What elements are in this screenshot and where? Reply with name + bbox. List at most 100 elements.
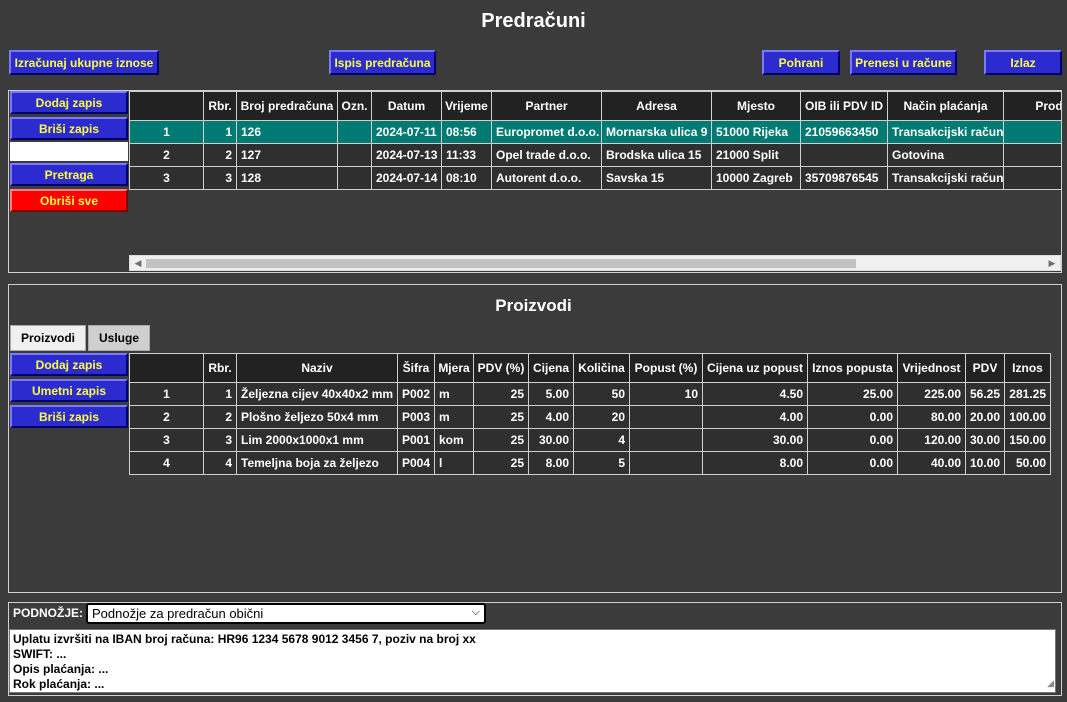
invoice-cell[interactable]: 127 bbox=[236, 143, 338, 167]
transfer-to-invoices-button[interactable]: Prenesi u račune bbox=[850, 50, 957, 75]
invoice-cell[interactable]: 08:10 bbox=[441, 166, 492, 190]
product-column-header[interactable]: Rbr. bbox=[203, 353, 237, 383]
invoice-column-header[interactable]: Ozn. bbox=[337, 91, 372, 121]
invoice-cell[interactable]: 3 bbox=[203, 166, 237, 190]
invoice-cell[interactable]: 10000 Zagreb bbox=[711, 166, 801, 190]
invoice-column-header[interactable]: Vrijeme bbox=[441, 91, 492, 121]
product-cell[interactable]: 225.00 bbox=[897, 382, 966, 406]
delete-invoice-button[interactable]: Briši zapis bbox=[10, 117, 128, 140]
product-cell[interactable]: Temeljna boja za željezo bbox=[236, 451, 398, 475]
product-cell[interactable]: 4.00 bbox=[528, 405, 574, 429]
invoice-cell[interactable] bbox=[337, 143, 372, 167]
product-cell[interactable]: 150.00 bbox=[1004, 428, 1051, 452]
invoice-cell[interactable]: Transakcijski račun bbox=[887, 120, 1004, 144]
product-column-header[interactable]: PDV bbox=[965, 353, 1005, 383]
product-cell[interactable]: 25.00 bbox=[807, 382, 898, 406]
product-cell[interactable]: 40.00 bbox=[897, 451, 966, 475]
add-product-button[interactable]: Dodaj zapis bbox=[10, 353, 128, 376]
invoice-cell[interactable]: Brodska ulica 15 bbox=[601, 143, 712, 167]
product-cell[interactable]: Lim 2000x1000x1 mm bbox=[236, 428, 398, 452]
invoice-cell[interactable]: 21059663450 bbox=[800, 120, 888, 144]
product-cell[interactable] bbox=[629, 405, 703, 429]
invoice-column-header[interactable]: Partner bbox=[491, 91, 602, 121]
product-cell[interactable]: l bbox=[434, 451, 474, 475]
scroll-thumb[interactable] bbox=[146, 259, 856, 268]
invoice-row-header[interactable]: 1 bbox=[129, 120, 204, 144]
invoice-cell[interactable] bbox=[800, 143, 888, 167]
product-cell[interactable]: 20.00 bbox=[965, 405, 1005, 429]
invoice-cell[interactable]: Savska 15 bbox=[601, 166, 712, 190]
product-column-header[interactable]: PDV (%) bbox=[473, 353, 529, 383]
scroll-left-icon[interactable]: ◀ bbox=[131, 256, 145, 270]
product-column-header[interactable]: Iznos popusta bbox=[807, 353, 898, 383]
print-invoice-button[interactable]: Ispis predračuna bbox=[329, 50, 436, 75]
product-cell[interactable]: 4 bbox=[573, 428, 630, 452]
product-cell[interactable]: kom bbox=[434, 428, 474, 452]
product-cell[interactable]: 10.00 bbox=[965, 451, 1005, 475]
product-row-header[interactable]: 2 bbox=[129, 405, 204, 429]
invoice-cell[interactable]: 35709876545 bbox=[800, 166, 888, 190]
product-table-row[interactable]: 4 4 Temeljna boja za željezo P004 l 25 8.00 5 8.… bbox=[129, 451, 1051, 475]
invoice-column-header[interactable] bbox=[129, 91, 204, 121]
product-table-row[interactable]: 1 1 Željezna cijev 40x40x2 mm P002 m 25 5.00 50… bbox=[129, 382, 1051, 406]
clear-all-button[interactable]: Obriši sve bbox=[10, 189, 128, 212]
invoice-row-header[interactable]: 3 bbox=[129, 166, 204, 190]
product-cell[interactable]: 5 bbox=[573, 451, 630, 475]
product-cell[interactable]: 80.00 bbox=[897, 405, 966, 429]
product-cell[interactable]: 50.00 bbox=[1004, 451, 1051, 475]
product-cell[interactable]: 100.00 bbox=[1004, 405, 1051, 429]
product-cell[interactable]: 10 bbox=[629, 382, 703, 406]
product-cell[interactable]: 56.25 bbox=[965, 382, 1005, 406]
product-column-header[interactable]: Šifra bbox=[397, 353, 435, 383]
product-cell[interactable]: P002 bbox=[397, 382, 435, 406]
search-input[interactable] bbox=[10, 142, 128, 161]
invoice-cell[interactable] bbox=[1003, 120, 1061, 144]
product-column-header[interactable]: Naziv bbox=[236, 353, 398, 383]
product-cell[interactable] bbox=[629, 451, 703, 475]
product-column-header[interactable]: Mjera bbox=[434, 353, 474, 383]
invoice-cell[interactable]: Opel trade d.o.o. bbox=[491, 143, 602, 167]
invoice-cell[interactable]: 08:56 bbox=[441, 120, 492, 144]
delete-product-button[interactable]: Briši zapis bbox=[10, 405, 128, 428]
product-cell[interactable]: 4 bbox=[203, 451, 237, 475]
invoice-column-header[interactable]: OIB ili PDV ID bbox=[800, 91, 888, 121]
invoice-column-header[interactable]: Mjesto bbox=[711, 91, 801, 121]
invoice-cell[interactable]: 11:33 bbox=[441, 143, 492, 167]
invoice-cell[interactable] bbox=[1003, 143, 1061, 167]
product-column-header[interactable]: Iznos bbox=[1004, 353, 1051, 383]
product-row-header[interactable]: 3 bbox=[129, 428, 204, 452]
invoice-column-header[interactable]: Način plaćanja bbox=[887, 91, 1004, 121]
invoice-cell[interactable]: 128 bbox=[236, 166, 338, 190]
invoice-cell[interactable]: 126 bbox=[236, 120, 338, 144]
invoice-column-header[interactable]: Datum bbox=[371, 91, 442, 121]
product-cell[interactable]: 25 bbox=[473, 405, 529, 429]
invoice-cell[interactable]: Europromet d.o.o. bbox=[491, 120, 602, 144]
product-cell[interactable]: 5.00 bbox=[528, 382, 574, 406]
invoice-cell[interactable]: Autorent d.o.o. bbox=[491, 166, 602, 190]
product-cell[interactable]: 8.00 bbox=[702, 451, 808, 475]
invoice-cell[interactable]: 2 bbox=[203, 143, 237, 167]
tab-proizvodi[interactable]: Proizvodi bbox=[10, 325, 86, 351]
invoice-table-row[interactable]: 1 1 126 2024-07-11 08:56 Europromet d.o.o. Mor… bbox=[129, 120, 1061, 144]
product-cell[interactable]: Plošno željezo 50x4 mm bbox=[236, 405, 398, 429]
product-cell[interactable]: 0.00 bbox=[807, 405, 898, 429]
invoices-horizontal-scrollbar[interactable]: ◀ ▶ bbox=[129, 255, 1061, 271]
invoice-row-header[interactable]: 2 bbox=[129, 143, 204, 167]
invoice-column-header[interactable]: Broj predračuna bbox=[236, 91, 338, 121]
product-column-header[interactable]: Količina bbox=[573, 353, 630, 383]
resize-handle-icon[interactable]: ◢ bbox=[1047, 676, 1054, 691]
save-button[interactable]: Pohrani bbox=[762, 50, 840, 75]
product-row-header[interactable]: 4 bbox=[129, 451, 204, 475]
invoice-column-header[interactable]: Rbr. bbox=[203, 91, 237, 121]
invoice-column-header[interactable]: Prodava bbox=[1003, 91, 1061, 121]
product-table-row[interactable]: 3 3 Lim 2000x1000x1 mm P001 kom 25 30.00 4 30.00… bbox=[129, 428, 1051, 452]
product-cell[interactable]: P003 bbox=[397, 405, 435, 429]
invoice-cell[interactable]: 51000 Rijeka bbox=[711, 120, 801, 144]
product-cell[interactable]: 25 bbox=[473, 451, 529, 475]
calculate-totals-button[interactable]: Izračunaj ukupne iznose bbox=[9, 50, 159, 75]
tab-usluge[interactable]: Usluge bbox=[88, 325, 150, 351]
product-cell[interactable]: 30.00 bbox=[528, 428, 574, 452]
add-invoice-button[interactable]: Dodaj zapis bbox=[10, 91, 128, 114]
product-cell[interactable]: 0.00 bbox=[807, 428, 898, 452]
chevron-down-icon[interactable]: ⌵ bbox=[472, 606, 480, 619]
